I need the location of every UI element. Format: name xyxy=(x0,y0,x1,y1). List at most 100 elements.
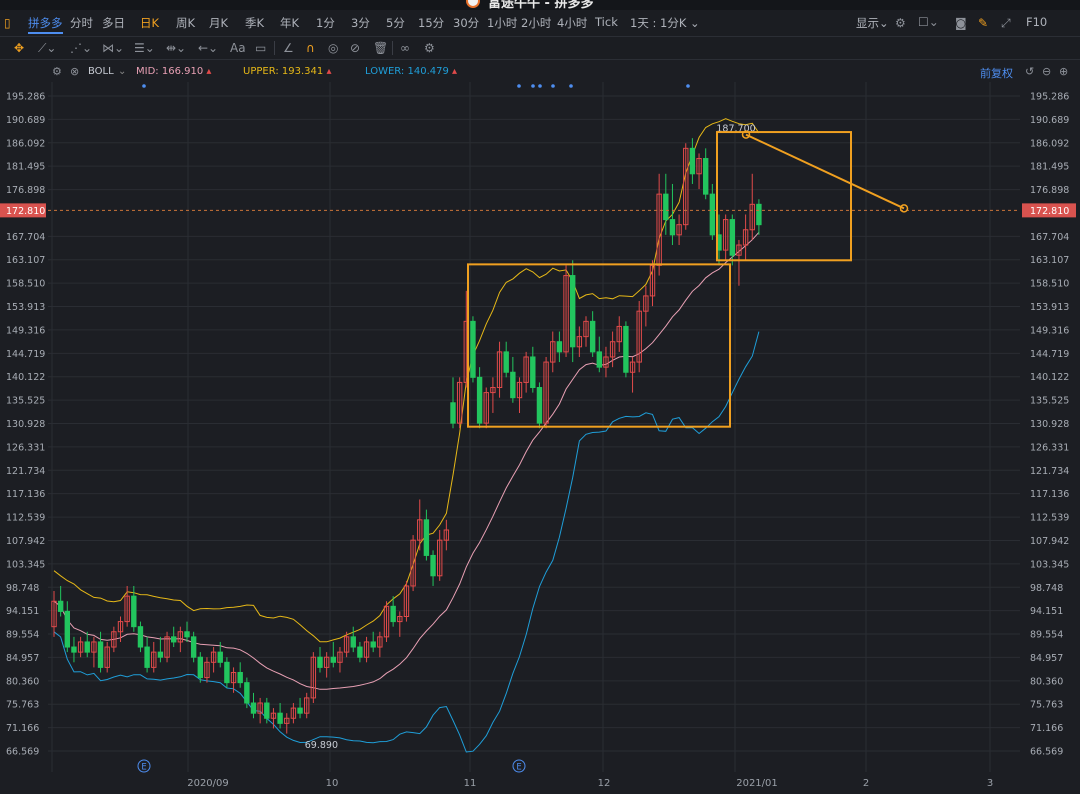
candle-body xyxy=(131,595,137,628)
indicator-settings-icon[interactable]: ⚙ xyxy=(52,65,62,79)
y-tick-label-right: 107.942 xyxy=(1030,536,1069,547)
display-menu[interactable]: 显示⌄ xyxy=(856,15,889,31)
candle-body xyxy=(503,351,509,373)
y-tick-label-left: 163.107 xyxy=(6,255,45,266)
camera-icon[interactable]: ◙ xyxy=(955,16,967,30)
y-tick-label-left: 158.510 xyxy=(6,279,45,290)
candle-body xyxy=(137,626,144,648)
period-tab-15[interactable]: Tick xyxy=(595,15,618,29)
period-tab-0[interactable]: 分时 xyxy=(70,15,93,31)
y-tick-label-right: 103.345 xyxy=(1030,559,1069,570)
current-price-label-right: 172.810 xyxy=(1030,206,1069,217)
arrow-icon[interactable]: ←⌄ xyxy=(198,41,218,55)
indicator-close-icon[interactable]: ⊗ xyxy=(70,65,79,79)
y-tick-label-left: 190.689 xyxy=(6,115,45,126)
adjust-mode-button[interactable]: 前复权 xyxy=(980,65,1013,81)
y-tick-label-left: 176.898 xyxy=(6,185,45,196)
sidebar-toggle-icon[interactable]: ▯ xyxy=(4,16,11,30)
chevron-down-icon[interactable]: ⌄ xyxy=(118,66,126,77)
period-tab-4[interactable]: 月K xyxy=(209,15,228,31)
period-tab-11[interactable]: 30分 xyxy=(453,15,479,31)
y-tick-label-right: 130.928 xyxy=(1030,419,1069,430)
candle-body xyxy=(510,371,516,399)
candle-body xyxy=(57,600,64,612)
period-tab-5[interactable]: 季K xyxy=(245,15,264,31)
y-tick-label-right: 181.495 xyxy=(1030,162,1069,173)
pattern-icon[interactable]: ⋈⌄ xyxy=(102,41,124,55)
note-icon[interactable]: ▭ xyxy=(255,41,266,55)
measure-icon[interactable]: ⇹⌄ xyxy=(166,41,186,55)
stock-name-tab[interactable]: 拼多多 xyxy=(28,15,63,34)
period-combo-select[interactable]: 1天 : 1分K ⌄ xyxy=(630,15,700,31)
y-tick-label-left: 84.957 xyxy=(6,653,39,664)
x-tick-label: 11 xyxy=(464,778,477,789)
earnings-marker-label: E xyxy=(141,763,146,773)
layout-icon[interactable]: ☐⌄ xyxy=(918,15,939,29)
reset-icon[interactable]: ↺ xyxy=(1025,65,1034,79)
period-tab-13[interactable]: 2小时 xyxy=(521,15,551,31)
candle-body xyxy=(64,610,70,648)
candle-body xyxy=(297,707,303,714)
candle-body xyxy=(144,646,150,668)
divider xyxy=(274,41,275,55)
period-tab-6[interactable]: 年K xyxy=(280,15,299,31)
period-tab-10[interactable]: 15分 xyxy=(418,15,444,31)
x-tick-label: 12 xyxy=(598,778,611,789)
fibonacci-icon[interactable]: ☰⌄ xyxy=(134,41,155,55)
period-tab-2[interactable]: 日K xyxy=(140,15,159,31)
y-tick-label-left: 98.748 xyxy=(6,583,39,594)
f10-button[interactable]: F10 xyxy=(1026,15,1047,29)
divider xyxy=(392,41,393,55)
y-tick-label-left: 167.704 xyxy=(6,232,45,243)
period-tab-1[interactable]: 多日 xyxy=(102,15,125,31)
candle-body xyxy=(530,356,536,389)
candlestick-chart[interactable]: 2020/09 10 11 12 2021/01 2 3 195.286 195.286 190.… xyxy=(0,82,1080,794)
pencil-icon[interactable]: ✎ xyxy=(978,16,988,30)
period-tab-8[interactable]: 3分 xyxy=(351,15,370,31)
period-tab-9[interactable]: 5分 xyxy=(386,15,405,31)
y-tick-label-right: 71.166 xyxy=(1030,723,1063,734)
chart-background xyxy=(0,82,1080,794)
y-tick-label-right: 149.316 xyxy=(1030,325,1069,336)
candle-body xyxy=(184,631,190,638)
fullscreen-icon[interactable]: ⤢ xyxy=(1001,16,1011,30)
period-tab-12[interactable]: 1小时 xyxy=(487,15,517,31)
y-tick-label-left: 103.345 xyxy=(6,559,45,570)
link-icon[interactable]: ∞ xyxy=(400,41,410,55)
lower-value: 140.479 xyxy=(407,66,449,77)
y-tick-label-left: 181.495 xyxy=(6,162,45,173)
window-title: 富途牛牛 - 拼多多 xyxy=(488,0,594,10)
y-tick-label-right: 153.913 xyxy=(1030,302,1069,313)
current-price-label-left: 172.810 xyxy=(6,206,45,217)
hide-icon[interactable]: ⊘ xyxy=(350,41,360,55)
move-icon[interactable]: ✥ xyxy=(14,41,24,55)
period-tab-14[interactable]: 4小时 xyxy=(557,15,587,31)
multi-line-icon[interactable]: ⋰⌄ xyxy=(70,41,92,55)
period-tab-3[interactable]: 周K xyxy=(176,15,195,31)
text-tool-icon[interactable]: Aa xyxy=(230,41,246,55)
x-tick-label: 2 xyxy=(863,778,869,789)
indicator-name[interactable]: BOLL xyxy=(88,66,114,77)
candle-body xyxy=(277,712,283,724)
delete-icon[interactable]: 🗑 xyxy=(373,41,388,55)
zoom-out-icon[interactable]: ⊖ xyxy=(1042,65,1051,79)
y-tick-label-left: 71.166 xyxy=(6,723,39,734)
line-tool-icon[interactable]: ⟋⌄ xyxy=(38,41,56,55)
candle-body xyxy=(217,651,223,663)
period-combo-label: 1天 : 1分K xyxy=(630,16,687,30)
indicator-bar: ⚙ ⊗ BOLL ⌄ MID: 166.910 ▴ UPPER: 193.341… xyxy=(0,60,1080,82)
eye-icon[interactable]: ◎ xyxy=(328,41,338,55)
ruler-icon[interactable]: ∠ xyxy=(283,41,294,55)
event-dot xyxy=(517,84,521,88)
y-tick-label-left: 144.719 xyxy=(6,349,45,360)
magnet-icon[interactable]: ∩ xyxy=(306,41,315,55)
period-tab-7[interactable]: 1分 xyxy=(316,15,335,31)
settings-icon[interactable]: ⚙ xyxy=(424,41,435,55)
candle-body xyxy=(756,203,762,226)
candle-body xyxy=(556,341,563,353)
candle-body xyxy=(669,219,676,236)
candle-body xyxy=(237,671,243,684)
candle-body xyxy=(430,554,436,577)
zoom-in-icon[interactable]: ⊕ xyxy=(1059,65,1068,79)
gear-icon[interactable]: ⚙ xyxy=(895,16,906,30)
